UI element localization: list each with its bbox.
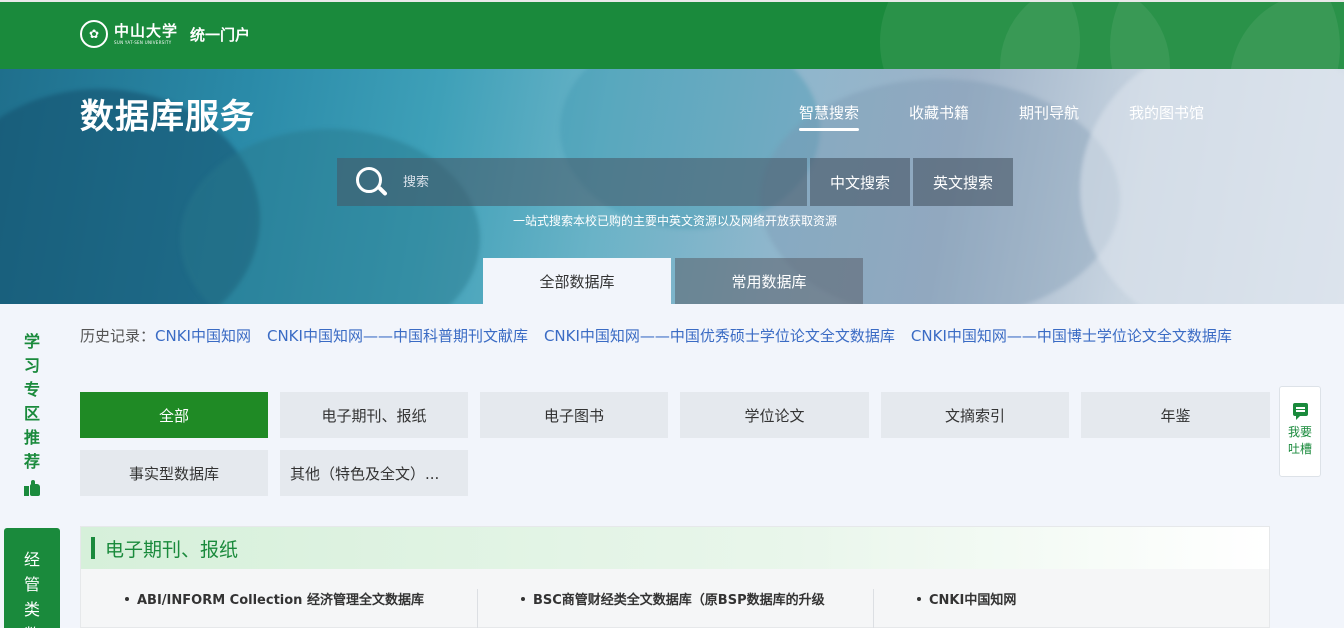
category-yearbooks[interactable]: 年鉴 bbox=[1081, 392, 1270, 438]
tab-all-databases[interactable]: 全部数据库 bbox=[483, 258, 671, 304]
history-link[interactable]: CNKI中国知网——中国科普期刊文献库 bbox=[267, 327, 528, 345]
portal-link[interactable]: 统一门户 bbox=[190, 24, 250, 45]
category-all[interactable]: 全部 bbox=[80, 392, 268, 438]
category-ebooks[interactable]: 电子图书 bbox=[480, 392, 668, 438]
search-icon[interactable] bbox=[353, 164, 389, 200]
divider bbox=[873, 589, 874, 628]
side-char: 区 bbox=[23, 404, 40, 423]
university-name: 中山大学 bbox=[114, 21, 179, 40]
chat-bubble-icon bbox=[1292, 403, 1308, 420]
university-seal-icon: ✿ bbox=[80, 20, 108, 48]
side-char: 经 bbox=[23, 550, 40, 569]
chinese-search-button[interactable]: 中文搜索 bbox=[810, 158, 910, 206]
decor-wash bbox=[1080, 69, 1344, 304]
database-item[interactable]: BSC商管财经类全文数据库（原BSP数据库的升级 bbox=[521, 589, 825, 608]
category-factual-databases[interactable]: 事实型数据库 bbox=[80, 450, 268, 496]
history-link[interactable]: CNKI中国知网——中国优秀硕士学位论文全文数据库 bbox=[544, 327, 895, 345]
category-abstracts-indexes[interactable]: 文摘索引 bbox=[881, 392, 1069, 438]
side-char: 数 bbox=[24, 622, 40, 628]
category-other[interactable]: 其他（特色及全文）... bbox=[280, 450, 468, 496]
nav-smart-search[interactable]: 智慧搜索 bbox=[799, 102, 860, 131]
side-char: 类 bbox=[23, 600, 40, 619]
university-name-en: SUN YAT-SEN UNIVERSITY bbox=[114, 39, 172, 45]
category-dissertations[interactable]: 学位论文 bbox=[680, 392, 869, 438]
section-title: 电子期刊、报纸 bbox=[105, 538, 239, 561]
database-item[interactable]: ABI/INFORM Collection 经济管理全文数据库 bbox=[125, 589, 424, 608]
economics-management-db-tab[interactable]: 经 管 类 数 bbox=[4, 528, 60, 628]
top-bar: ✿ 中山大学 SUN YAT-SEN UNIVERSITY 统一门户 bbox=[0, 0, 1344, 69]
search-hint: 一站式搜索本校已购的主要中英文资源以及网络开放获取资源 bbox=[512, 214, 837, 228]
divider bbox=[477, 589, 478, 628]
database-name: CNKI中国知网 bbox=[929, 593, 1017, 608]
side-char: 学 bbox=[23, 332, 40, 351]
page-title: 数据库服务 bbox=[80, 97, 255, 137]
bullet bbox=[917, 596, 921, 601]
database-name: ABI/INFORM Collection 经济管理全文数据库 bbox=[137, 593, 424, 608]
history-link[interactable]: CNKI中国知网 bbox=[155, 327, 251, 345]
tab-common-databases[interactable]: 常用数据库 bbox=[675, 258, 863, 304]
english-search-button[interactable]: 英文搜索 bbox=[913, 158, 1013, 206]
history-link[interactable]: CNKI中国知网——中国博士学位论文全文数据库 bbox=[911, 327, 1232, 345]
database-item[interactable]: CNKI中国知网 bbox=[917, 589, 1016, 608]
side-char: 荐 bbox=[23, 452, 40, 471]
category-ejournals-newspapers[interactable]: 电子期刊、报纸 bbox=[280, 392, 468, 438]
search-input[interactable] bbox=[403, 174, 783, 190]
side-char: 推 bbox=[23, 428, 40, 447]
bullet bbox=[521, 596, 525, 601]
history-label: 历史记录： bbox=[80, 327, 156, 345]
side-char: 管 bbox=[23, 575, 40, 594]
side-char: 专 bbox=[23, 380, 40, 399]
ejournals-section: 电子期刊、报纸 ABI/INFORM Collection 经济管理全文数据库 … bbox=[80, 526, 1270, 628]
search-history: 历史记录：CNKI中国知网 CNKI中国知网——中国科普期刊文献库 CNKI中国知网… bbox=[80, 324, 1270, 348]
section-accent-bar bbox=[91, 537, 95, 559]
side-char: 习 bbox=[23, 356, 40, 375]
search-bar bbox=[337, 158, 807, 206]
university-logo[interactable]: ✿ 中山大学 SUN YAT-SEN UNIVERSITY 统一门户 bbox=[80, 20, 250, 48]
feedback-label: 我要吐槽 bbox=[1287, 425, 1312, 456]
nav-favorite-books[interactable]: 收藏书籍 bbox=[909, 102, 969, 123]
nav-journal-navigation[interactable]: 期刊导航 bbox=[1019, 102, 1079, 123]
bullet bbox=[125, 596, 129, 601]
nav-my-library[interactable]: 我的图书馆 bbox=[1129, 102, 1204, 123]
study-zone-recommend-tab[interactable]: 学 习 专 区 推 荐 bbox=[4, 330, 60, 496]
section-header: 电子期刊、报纸 bbox=[81, 527, 1269, 569]
hero-banner: 数据库服务 智慧搜索 收藏书籍 期刊导航 我的图书馆 中文搜索 英文搜索 一站式… bbox=[0, 69, 1344, 304]
database-name: BSC商管财经类全文数据库（原BSP数据库的升级 bbox=[533, 593, 825, 608]
thumbs-up-icon bbox=[24, 480, 40, 496]
feedback-button[interactable]: 我要吐槽 bbox=[1279, 386, 1321, 477]
